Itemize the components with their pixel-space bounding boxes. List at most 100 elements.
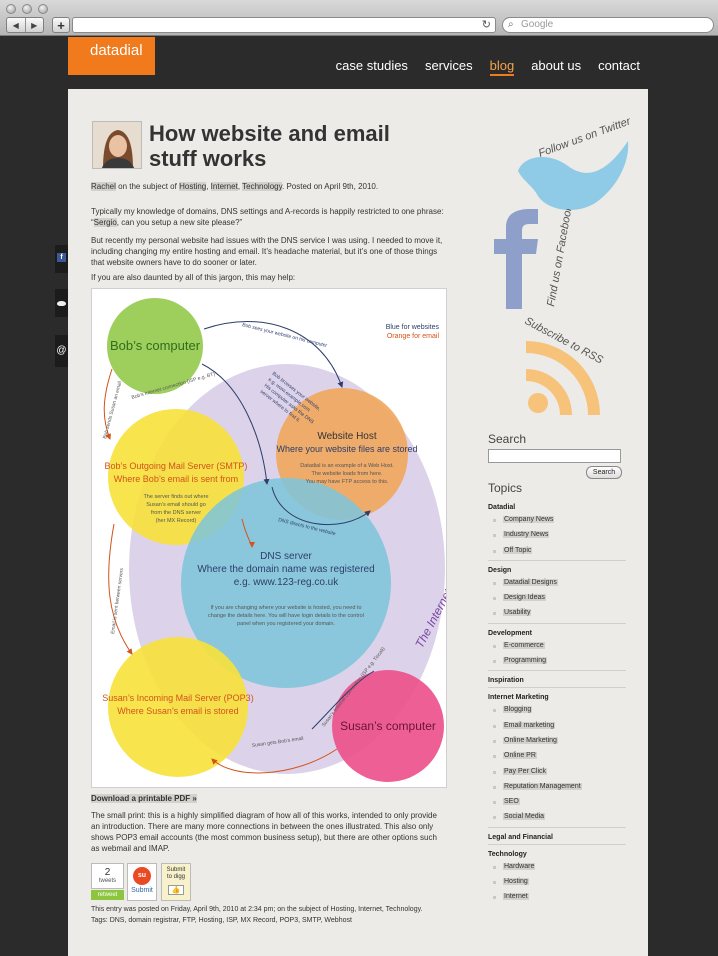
post-tags: Tags: DNS, domain registrar, FTP, Hostin…	[91, 916, 352, 926]
dns-note-3: panel when you registered your domain.	[237, 621, 335, 627]
topic-item[interactable]: E-commerce	[488, 640, 626, 655]
topic-item[interactable]: Hardware	[488, 861, 626, 876]
window-close-button[interactable]	[6, 4, 16, 14]
topic-category-title[interactable]: Legal and Financial	[488, 834, 626, 841]
nav-case-studies[interactable]: case studies	[336, 58, 408, 76]
stumbleupon-button[interactable]: su Submit	[127, 863, 157, 901]
email-icon: @	[56, 345, 67, 356]
topic-category-title[interactable]: Datadial	[488, 504, 626, 511]
nav-blog[interactable]: blog	[489, 58, 515, 76]
topic-item[interactable]: Internet	[488, 891, 626, 906]
topic-item[interactable]: Datadial Designs	[488, 577, 626, 592]
topic-divider	[488, 559, 626, 561]
byline-tag-internet[interactable]: Internet	[210, 182, 238, 191]
topic-item-label: SEO	[503, 798, 520, 806]
topic-divider	[488, 670, 626, 672]
tweet-count: 2	[104, 867, 111, 878]
digg-button[interactable]: Submit to digg 👍	[161, 863, 191, 901]
web-host-title: Website Host	[317, 431, 377, 442]
retweet-button[interactable]: retweet	[91, 890, 124, 900]
history-nav: ◀ ▶	[6, 17, 44, 33]
topic-item[interactable]: Usability	[488, 607, 626, 622]
tweet-count-box: 2 tweets	[91, 863, 124, 889]
web-host-note-1: Datadial is an example of a Web Host.	[300, 463, 394, 469]
paragraph-1: Typically my knowledge of domains, DNS s…	[91, 206, 446, 228]
topic-category-title[interactable]: Technology	[488, 851, 626, 858]
topic-item[interactable]: Email marketing	[488, 720, 626, 735]
legend-orange: Orange for email	[387, 333, 440, 340]
topic-item[interactable]: Online Marketing	[488, 735, 626, 750]
topic-category-title[interactable]: Development	[488, 630, 626, 637]
address-bar[interactable]: ↻	[72, 17, 496, 33]
nav-contact[interactable]: contact	[598, 58, 640, 76]
topic-divider	[488, 622, 626, 624]
smtp-sub: Where Bob’s email is sent from	[114, 474, 238, 484]
tags-list[interactable]: DNS, domain registrar, FTP, Hosting, ISP…	[110, 917, 352, 924]
topic-item-label: Industry News	[503, 531, 550, 539]
float-facebook-button[interactable]: f	[55, 245, 68, 273]
facebook-text: Find us on Facebook	[545, 209, 575, 308]
paragraph-2: But recently my personal website had iss…	[91, 236, 443, 267]
topic-item[interactable]: Pay Per Click	[488, 766, 626, 781]
paragraph-3: If you are also daunted by all of this j…	[91, 273, 296, 282]
topic-item[interactable]: Industry News	[488, 529, 626, 544]
topic-item-label: Online PR	[503, 752, 537, 760]
browser-search-input[interactable]: ⌕ Google	[502, 17, 714, 33]
author-link[interactable]: Rachel	[91, 182, 116, 191]
topic-category-title[interactable]: Design	[488, 567, 626, 574]
nav-services[interactable]: services	[425, 58, 473, 76]
main-nav: case studies services blog about us cont…	[336, 58, 640, 76]
topic-category-title[interactable]: Internet Marketing	[488, 694, 626, 701]
search-heading: Search	[488, 432, 527, 446]
window-zoom-button[interactable]	[38, 4, 48, 14]
rss-subscribe-link[interactable]: Subscribe to RSS	[520, 311, 640, 426]
topic-item[interactable]: Off Topic	[488, 545, 626, 560]
topic-item[interactable]: Programming	[488, 655, 626, 670]
pop3-title: Susan’s Incoming Mail Server (POP3)	[102, 693, 253, 703]
new-tab-button[interactable]: +	[52, 17, 70, 33]
topics-heading: Topics	[488, 481, 523, 495]
browser-toolbar: ◀ ▶ + ↻ ⌕ Google	[0, 0, 718, 36]
topic-item[interactable]: SEO	[488, 796, 626, 811]
site-logo[interactable]: datadial	[68, 37, 155, 75]
dns-note-2: change the details here. You will have l…	[208, 613, 364, 619]
sidebar-search-input[interactable]	[488, 449, 621, 463]
smtp-note-3: from the DNS server	[151, 510, 201, 516]
topic-item[interactable]: Social Media	[488, 811, 626, 826]
tags-label: Tags:	[91, 917, 108, 924]
digg-label-b: to digg	[166, 874, 185, 880]
topic-item[interactable]: Blogging	[488, 704, 626, 719]
topic-item[interactable]: Hosting	[488, 876, 626, 891]
sergio-link[interactable]: Sergio	[93, 218, 117, 227]
topic-item[interactable]: Reputation Management	[488, 781, 626, 796]
topic-item[interactable]: Online PR	[488, 750, 626, 765]
smtp-note-1: The server finds out where	[143, 494, 208, 500]
nav-about-us[interactable]: about us	[531, 58, 581, 76]
twitter-bird-icon	[518, 141, 629, 211]
topic-item[interactable]: Design Ideas	[488, 592, 626, 607]
stumbleupon-label: Submit	[131, 887, 153, 894]
stumbleupon-icon: su	[133, 867, 151, 885]
download-pdf-link[interactable]: Download a printable PDF »	[91, 794, 197, 803]
window-minimize-button[interactable]	[22, 4, 32, 14]
back-button[interactable]: ◀	[7, 18, 25, 32]
susans-computer-label: Susan’s computer	[340, 719, 436, 733]
post-footer-meta: This entry was posted on Friday, April 9…	[91, 906, 423, 913]
paragraph-1-text-c: , can you setup a new site please?”	[116, 218, 243, 227]
forward-button[interactable]: ▶	[24, 18, 44, 32]
twitter-bird-icon	[57, 301, 66, 306]
float-twitter-button[interactable]	[55, 289, 68, 317]
byline-tag-technology[interactable]: Technology	[242, 182, 283, 191]
twitter-follow-text: Follow us on Twitter	[537, 115, 634, 160]
topic-item-label: Blogging	[503, 706, 533, 714]
post-byline: Rachel on the subject of Hosting, Intern…	[91, 182, 379, 191]
topic-item[interactable]: Company News	[488, 514, 626, 529]
sidebar-search-button[interactable]: Search	[586, 466, 622, 479]
byline-date: . Posted on April 9th, 2010.	[282, 182, 379, 191]
tweetmeme-widget: 2 tweets retweet	[91, 863, 124, 901]
topic-category-title[interactable]: Inspiration	[488, 677, 626, 684]
facebook-link[interactable]: Find us on Facebook	[488, 204, 588, 314]
float-email-button[interactable]: @	[55, 335, 68, 367]
byline-tag-hosting[interactable]: Hosting	[179, 182, 207, 191]
reload-icon[interactable]: ↻	[482, 18, 491, 32]
